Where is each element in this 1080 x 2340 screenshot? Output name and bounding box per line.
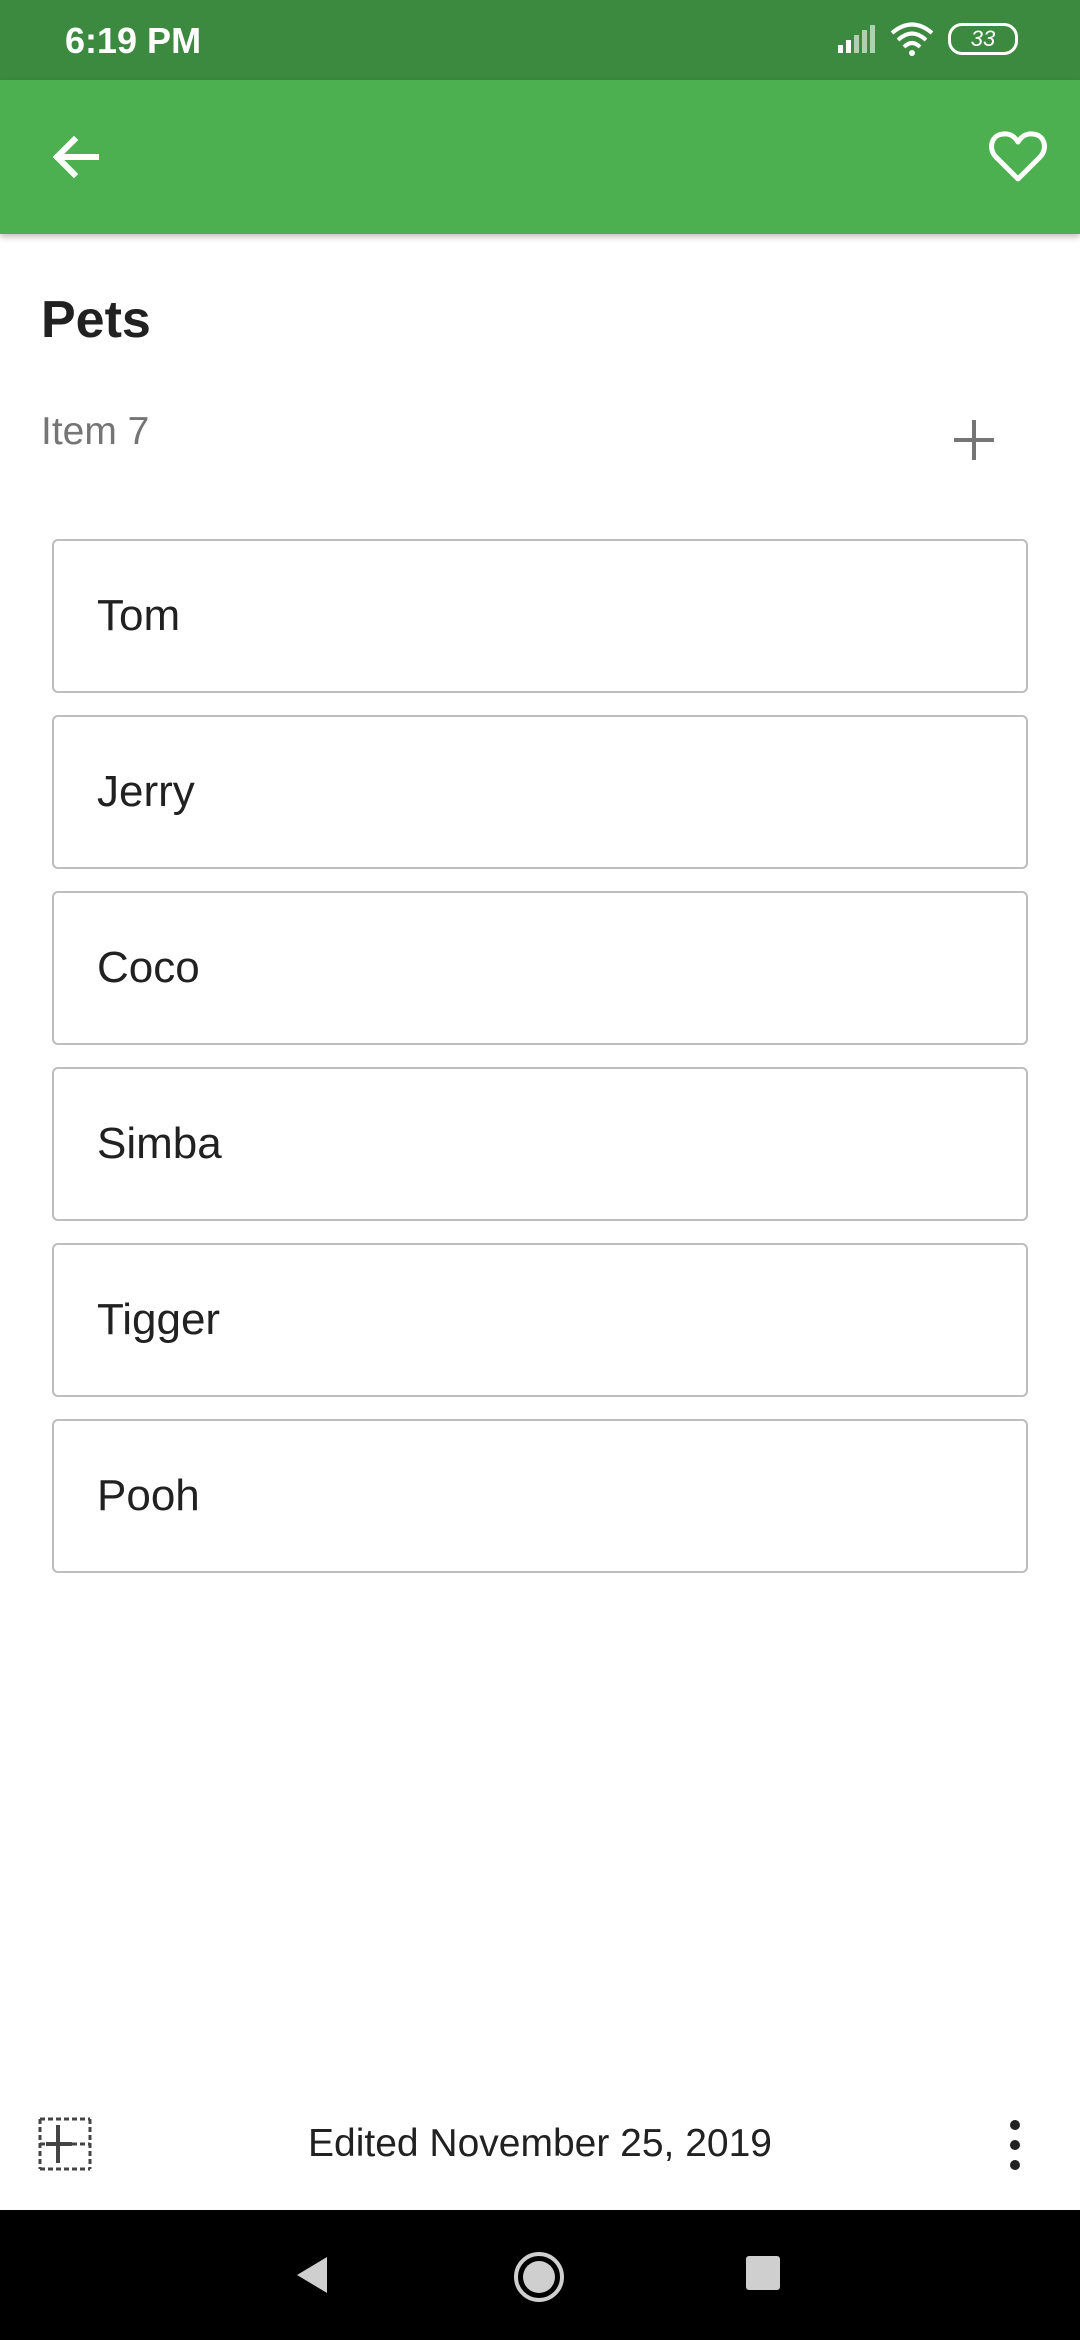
list-item-label: Tom (97, 591, 181, 640)
list-item[interactable]: Pooh (52, 1419, 1028, 1573)
list-item-label: Pooh (97, 1471, 200, 1520)
wifi-icon (890, 22, 934, 56)
list-item[interactable]: Coco (52, 891, 1028, 1045)
bottom-bar: Edited November 25, 2019 (0, 2090, 1080, 2200)
item-count-label: Item 7 (41, 410, 150, 453)
list-item[interactable]: Jerry (52, 715, 1028, 869)
system-nav-bar (0, 2210, 1080, 2340)
more-vert-icon[interactable] (1000, 2115, 1030, 2175)
list-item-label: Coco (97, 943, 200, 992)
plus-icon[interactable] (944, 410, 1004, 470)
battery-icon: 33 (948, 23, 1018, 55)
status-bar: 6:19 PM 33 (0, 0, 1080, 80)
nav-recents-icon[interactable] (746, 2256, 780, 2290)
list-item-label: Tigger (97, 1295, 221, 1344)
list-item[interactable]: Simba (52, 1067, 1028, 1221)
signal-icon (838, 25, 875, 53)
nav-back-icon[interactable] (295, 2255, 329, 2295)
list-item[interactable]: Tigger (52, 1243, 1028, 1397)
battery-level: 33 (970, 26, 996, 51)
edited-timestamp: Edited November 25, 2019 (308, 2122, 772, 2165)
list-item-label: Jerry (97, 767, 195, 816)
pet-list: Tom Jerry Coco Simba Tigger Pooh (52, 539, 1028, 1595)
nav-home-icon[interactable] (512, 2250, 566, 2304)
arrow-back-icon[interactable] (44, 125, 108, 189)
app-bar (0, 80, 1080, 234)
list-item[interactable]: Tom (52, 539, 1028, 693)
status-icons: 33 (836, 22, 1018, 56)
list-item-label: Simba (97, 1119, 222, 1168)
page-title: Pets (41, 291, 151, 349)
heart-outline-icon[interactable] (986, 125, 1050, 189)
status-time: 6:19 PM (65, 20, 202, 61)
